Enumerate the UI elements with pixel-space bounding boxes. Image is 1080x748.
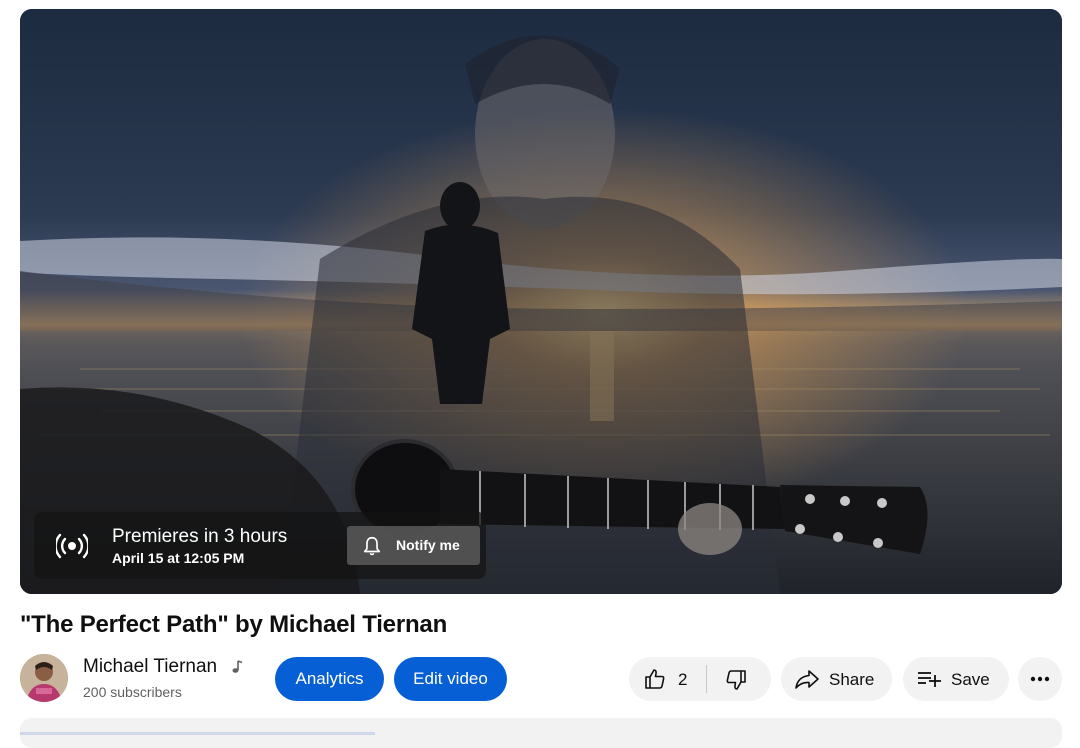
more-actions-button[interactable] — [1018, 657, 1062, 701]
premiere-title: Premieres in 3 hours — [112, 526, 288, 547]
save-button[interactable]: Save — [903, 657, 1009, 701]
share-arrow-icon — [795, 670, 819, 689]
more-horizontal-icon — [1030, 676, 1050, 682]
notify-me-button[interactable]: Notify me — [347, 526, 480, 565]
premiere-banner: Premieres in 3 hours April 15 at 12:05 P… — [34, 512, 486, 579]
analytics-button[interactable]: Analytics — [275, 657, 384, 701]
dislike-button[interactable] — [707, 657, 771, 701]
like-button[interactable]: 2 — [629, 657, 706, 701]
thumbs-up-icon — [645, 669, 665, 689]
playlist-add-icon — [918, 672, 941, 687]
share-label: Share — [829, 670, 875, 689]
like-dislike-bar: 2 — [629, 657, 771, 701]
description-box[interactable] — [20, 718, 1062, 748]
channel-avatar[interactable] — [20, 654, 68, 702]
music-note-icon — [232, 660, 243, 673]
like-count: 2 — [678, 670, 688, 689]
bell-icon — [363, 536, 381, 556]
notify-me-label: Notify me — [396, 537, 460, 553]
video-title: "The Perfect Path" by Michael Tiernan — [20, 611, 448, 638]
avatar-image — [20, 654, 68, 702]
save-label: Save — [951, 670, 990, 689]
channel-name[interactable]: Michael Tiernan — [83, 656, 217, 678]
share-button[interactable]: Share — [781, 657, 892, 701]
subscriber-count: 200 subscribers — [83, 684, 182, 700]
premiere-date: April 15 at 12:05 PM — [112, 550, 245, 566]
video-player[interactable]: Premieres in 3 hours April 15 at 12:05 P… — [20, 9, 1062, 594]
live-broadcast-icon — [56, 533, 88, 559]
thumbs-down-icon — [726, 670, 746, 690]
video-thumbnail — [20, 9, 1062, 594]
edit-video-button[interactable]: Edit video — [394, 657, 507, 701]
